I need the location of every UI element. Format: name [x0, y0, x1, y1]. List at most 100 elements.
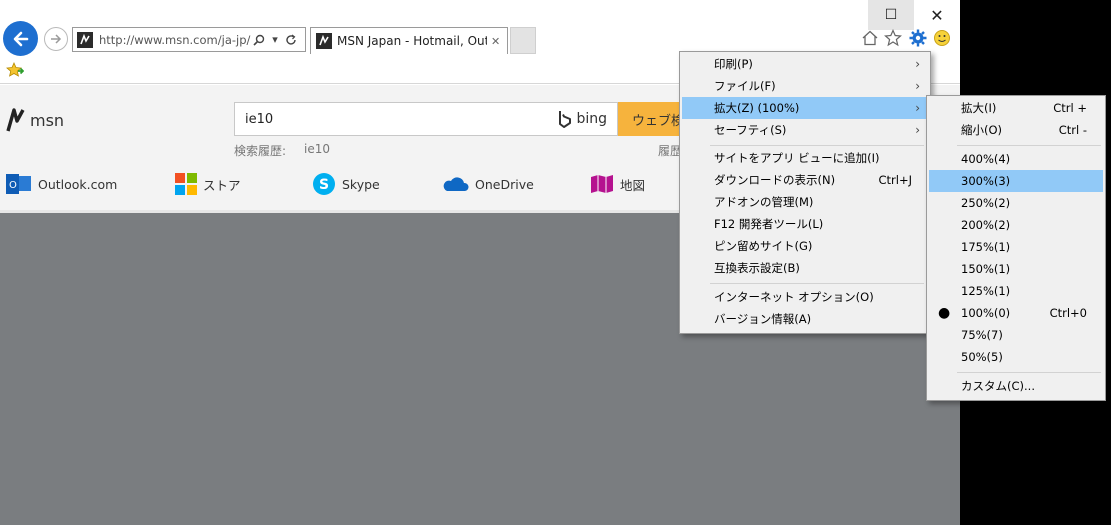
web-search-button[interactable]: ウェブ検索: [618, 102, 688, 136]
menu-item-internet-options[interactable]: インターネット オプション(O): [682, 286, 928, 308]
onedrive-icon: [443, 177, 469, 191]
zoom-75-item[interactable]: 75%(7): [929, 324, 1103, 346]
menu-item-label: 印刷(P): [714, 57, 753, 71]
menu-item-label: F12 開発者ツール(L): [714, 217, 824, 231]
menu-separator: [710, 145, 924, 146]
add-favorite-icon[interactable]: [6, 62, 25, 81]
forward-button[interactable]: [44, 27, 68, 51]
menu-item-label: 200%(2): [961, 218, 1011, 232]
service-label: 地図: [620, 177, 646, 193]
msn-butterfly-icon: [6, 108, 25, 132]
msn-logo[interactable]: msn: [6, 107, 64, 133]
menu-item-label: 175%(1): [961, 240, 1011, 254]
svg-text:S: S: [319, 177, 329, 193]
menu-item-label: 拡大(I): [961, 101, 997, 115]
maximize-button[interactable]: ☐: [868, 0, 914, 30]
menu-item-f12-dev-tools[interactable]: F12 開発者ツール(L): [682, 213, 928, 235]
address-url[interactable]: http://www.msn.com/ja-jp/: [99, 33, 251, 47]
back-button[interactable]: [3, 21, 38, 56]
msn-favicon: [77, 31, 93, 48]
submenu-arrow-icon: ›: [915, 57, 920, 71]
menu-item-about[interactable]: バージョン情報(A): [682, 308, 928, 330]
menu-item-manage-addons[interactable]: アドオンの管理(M): [682, 191, 928, 213]
menu-item-compat-view[interactable]: 互換表示設定(B): [682, 257, 928, 279]
menu-item-label: 250%(2): [961, 196, 1011, 210]
service-store[interactable]: ストア: [175, 172, 241, 196]
zoom-out-item[interactable]: 縮小(O) Ctrl -: [929, 119, 1103, 141]
menu-item-label: サイトをアプリ ビューに追加(I): [714, 151, 880, 165]
menu-item-shortcut: Ctrl -: [1058, 123, 1087, 137]
menu-item-label: 400%(4): [961, 152, 1011, 166]
tools-menu: 印刷(P) › ファイル(F) › 拡大(Z) (100%) › セーフティ(S…: [679, 51, 931, 334]
maps-icon: [591, 175, 613, 193]
zoom-200-item[interactable]: 200%(2): [929, 214, 1103, 236]
skype-icon: S: [313, 173, 335, 195]
checked-bullet-icon: ●: [938, 305, 951, 321]
tab-msn-japan[interactable]: MSN Japan - Hotmail, Outl... ✕: [310, 27, 508, 54]
menu-item-print[interactable]: 印刷(P) ›: [682, 53, 928, 75]
search-history-item[interactable]: ie10: [304, 142, 330, 156]
menu-separator: [710, 283, 924, 284]
service-onedrive[interactable]: OneDrive: [441, 172, 534, 196]
menu-item-label: ファイル(F): [714, 79, 776, 93]
tab-title: MSN Japan - Hotmail, Outl...: [337, 34, 487, 48]
zoom-100-item[interactable]: ● 100%(0) Ctrl+0: [929, 302, 1103, 324]
service-outlook[interactable]: O Outlook.com: [6, 172, 117, 196]
service-skype[interactable]: S Skype: [312, 172, 380, 196]
service-label: Outlook.com: [38, 176, 118, 192]
menu-item-file[interactable]: ファイル(F) ›: [682, 75, 928, 97]
menu-item-pinned-sites[interactable]: ピン留めサイト(G): [682, 235, 928, 257]
bing-icon: [559, 111, 572, 128]
favorites-star-icon[interactable]: [883, 28, 903, 48]
tab-close-icon[interactable]: ✕: [491, 35, 500, 48]
service-label: OneDrive: [475, 176, 534, 192]
zoom-submenu: 拡大(I) Ctrl + 縮小(O) Ctrl - 400%(4) 300%(3…: [926, 95, 1106, 401]
menu-item-add-app-view[interactable]: サイトをアプリ ビューに追加(I): [682, 147, 928, 169]
zoom-125-item[interactable]: 125%(1): [929, 280, 1103, 302]
search-input[interactable]: ie10 bing: [234, 102, 618, 136]
dropdown-icon[interactable]: ▾: [267, 30, 283, 50]
menu-item-label: 125%(1): [961, 284, 1011, 298]
feedback-smiley-icon[interactable]: [932, 28, 952, 48]
close-button[interactable]: ✕: [914, 0, 960, 30]
search-input-value[interactable]: ie10: [245, 112, 273, 127]
zoom-custom-item[interactable]: カスタム(C)...: [929, 375, 1103, 397]
menu-item-label: 300%(3): [961, 174, 1011, 188]
gear-icon[interactable]: [908, 28, 928, 48]
zoom-400-item[interactable]: 400%(4): [929, 148, 1103, 170]
menu-item-view-downloads[interactable]: ダウンロードの表示(N) Ctrl+J: [682, 169, 928, 191]
zoom-250-item[interactable]: 250%(2): [929, 192, 1103, 214]
search-history-label: 検索履歴:: [234, 144, 287, 158]
bing-logo: bing: [558, 110, 607, 128]
service-maps[interactable]: 地図: [590, 172, 645, 196]
menu-item-label: 互換表示設定(B): [714, 261, 800, 275]
forward-arrow-icon: [51, 34, 62, 44]
zoom-150-item[interactable]: 150%(1): [929, 258, 1103, 280]
service-label: Skype: [342, 176, 380, 192]
submenu-arrow-icon: ›: [915, 123, 920, 137]
new-tab-button[interactable]: [510, 27, 536, 54]
zoom-in-item[interactable]: 拡大(I) Ctrl +: [929, 97, 1103, 119]
submenu-arrow-icon: ›: [915, 101, 920, 115]
refresh-icon[interactable]: [283, 30, 299, 50]
service-label: ストア: [203, 177, 241, 193]
menu-item-safety[interactable]: セーフティ(S) ›: [682, 119, 928, 141]
menu-item-label: アドオンの管理(M): [714, 195, 814, 209]
menu-item-label: 150%(1): [961, 262, 1011, 276]
menu-item-label: 50%(5): [961, 350, 1003, 364]
menu-item-label: 拡大(Z) (100%): [714, 101, 800, 115]
menu-item-label: カスタム(C)...: [961, 379, 1035, 393]
zoom-300-item[interactable]: 300%(3): [929, 170, 1103, 192]
menu-item-label: ピン留めサイト(G): [714, 239, 813, 253]
address-bar[interactable]: http://www.msn.com/ja-jp/ ▾: [72, 27, 306, 52]
zoom-50-item[interactable]: 50%(5): [929, 346, 1103, 368]
zoom-175-item[interactable]: 175%(1): [929, 236, 1103, 258]
menu-item-label: セーフティ(S): [714, 123, 787, 137]
menu-separator: [957, 372, 1101, 373]
menu-item-shortcut: Ctrl+0: [1049, 306, 1087, 320]
search-icon[interactable]: [251, 30, 267, 50]
home-icon[interactable]: [860, 28, 880, 48]
msn-brand-text: msn: [30, 110, 65, 130]
menu-item-zoom[interactable]: 拡大(Z) (100%) ›: [682, 97, 928, 119]
menu-item-label: バージョン情報(A): [714, 312, 812, 326]
